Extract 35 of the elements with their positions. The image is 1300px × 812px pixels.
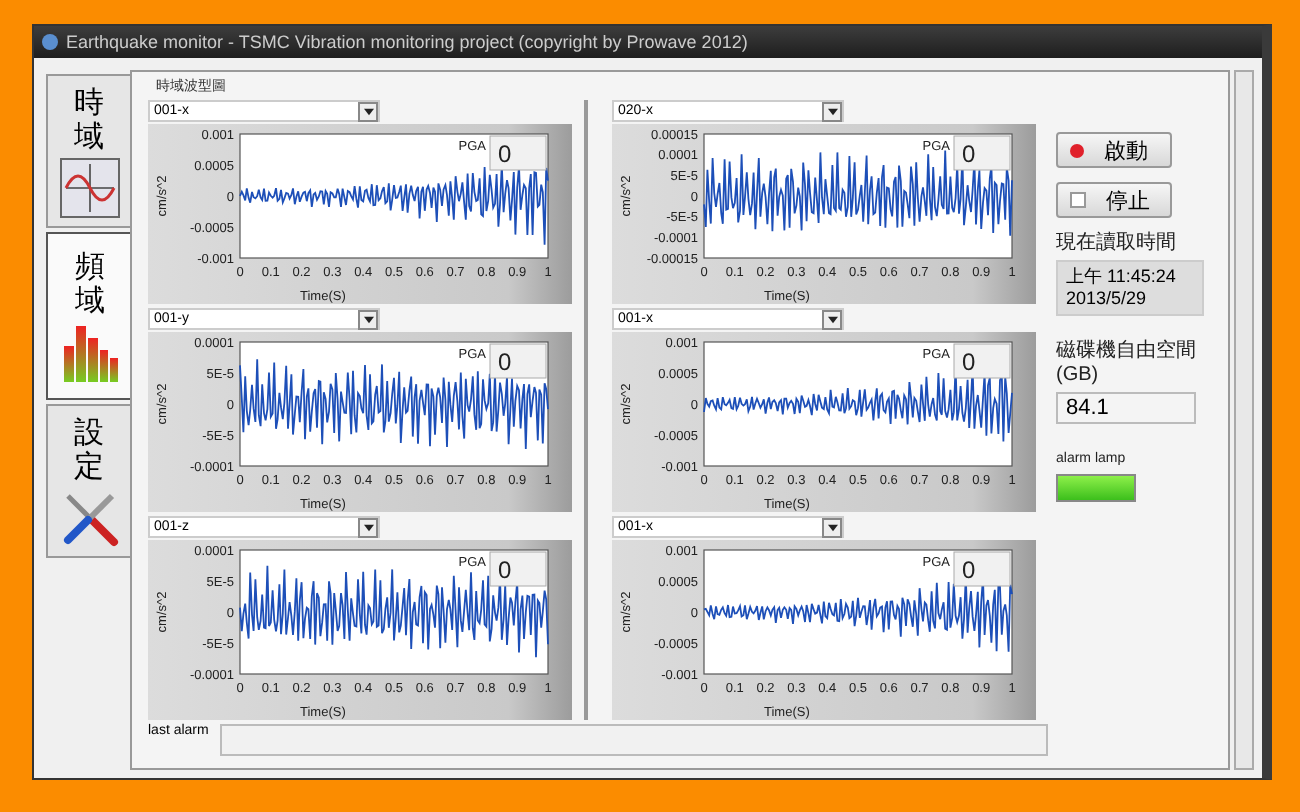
pga-value: 0 bbox=[498, 348, 512, 376]
led-icon bbox=[1070, 143, 1084, 157]
field-label: 磁碟機自由空間(GB) bbox=[1056, 340, 1198, 388]
dropdown-arrow-icon[interactable] bbox=[358, 101, 378, 121]
pga-field bbox=[953, 343, 1011, 379]
scrollbar[interactable] bbox=[1234, 70, 1254, 770]
dropdown-arrow-icon[interactable] bbox=[822, 517, 842, 537]
pga-field bbox=[953, 551, 1011, 587]
pga-value: 0 bbox=[962, 140, 976, 168]
control-button[interactable]: 啟動 bbox=[1056, 132, 1172, 168]
disk-space-display: 84.1 bbox=[1056, 392, 1196, 424]
side-tab[interactable]: 頻域 bbox=[46, 232, 132, 400]
tools-icon bbox=[59, 488, 119, 548]
side-tab[interactable]: 時域 bbox=[46, 74, 130, 228]
dropdown-arrow-icon[interactable] bbox=[358, 309, 378, 329]
app-icon bbox=[42, 34, 58, 50]
dropdown-arrow-icon[interactable] bbox=[358, 517, 378, 537]
control-button[interactable]: 停止 bbox=[1056, 182, 1172, 218]
dropdown-arrow-icon[interactable] bbox=[822, 101, 842, 121]
side-tab[interactable]: 設定 bbox=[46, 404, 130, 558]
window-title: Earthquake monitor - TSMC Vibration monitoring project (copyright by Prowave 2012) bbox=[66, 32, 748, 52]
pga-field bbox=[489, 135, 547, 171]
pga-value: 0 bbox=[498, 556, 512, 584]
time-display: 上午 11:45:24 2013/5/29 bbox=[1056, 260, 1204, 316]
box-icon bbox=[1070, 192, 1086, 208]
pga-value: 0 bbox=[498, 140, 512, 168]
dropdown-arrow-icon[interactable] bbox=[822, 309, 842, 329]
field-label: 現在讀取時間 bbox=[1056, 232, 1178, 256]
pga-value: 0 bbox=[962, 556, 976, 584]
pga-value: 0 bbox=[962, 348, 976, 376]
sine-wave-icon bbox=[59, 158, 119, 218]
pga-field bbox=[953, 135, 1011, 171]
pga-field bbox=[489, 343, 547, 379]
pga-field bbox=[489, 551, 547, 587]
bar-chart-icon bbox=[60, 322, 120, 382]
